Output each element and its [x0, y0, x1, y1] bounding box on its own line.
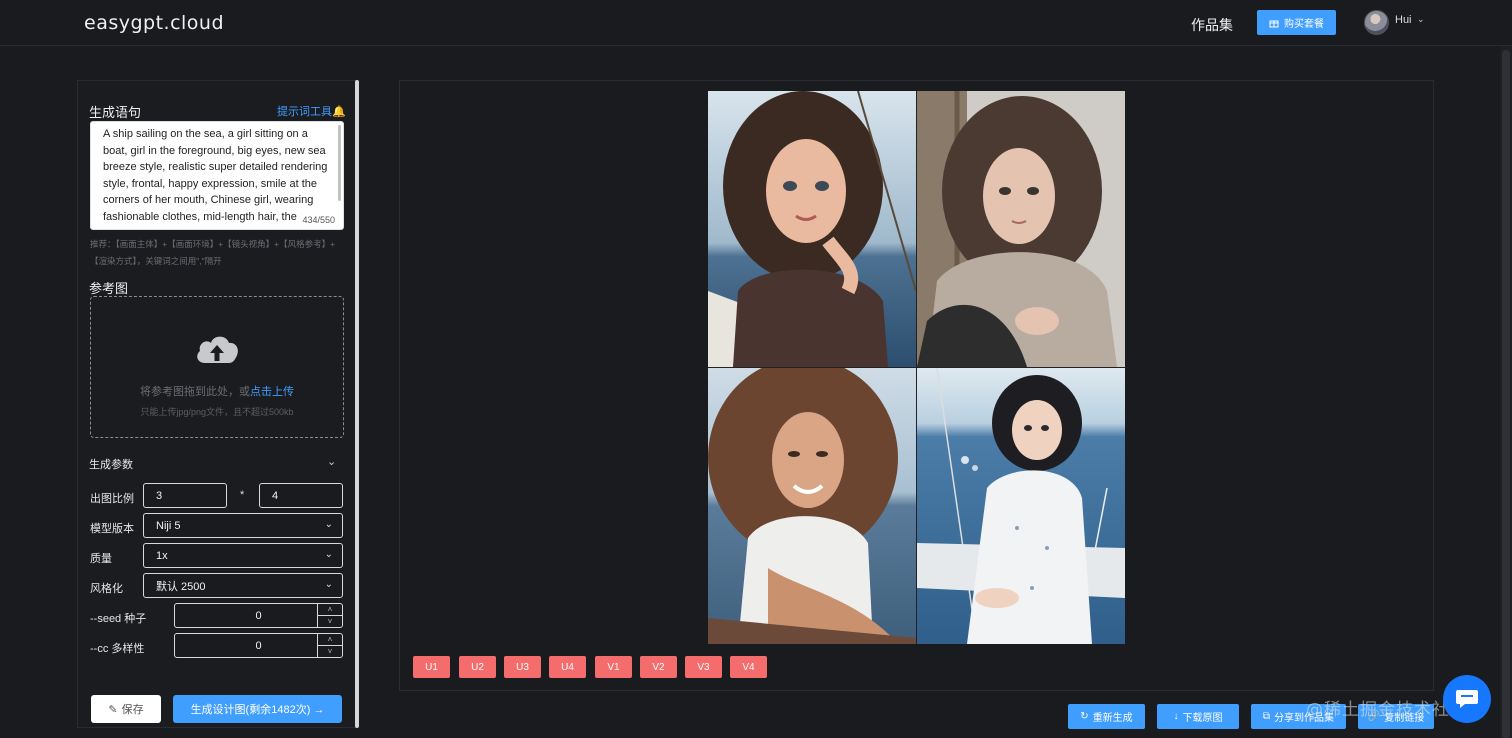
stylize-label: 风格化 [90, 583, 123, 595]
generated-image-4[interactable] [917, 368, 1125, 644]
variation-button-3[interactable]: V3 [685, 656, 722, 678]
buy-plan-button[interactable]: 购买套餐 [1257, 10, 1336, 35]
chevron-down-icon: ⌄ [324, 579, 333, 590]
variation-button-2[interactable]: V2 [640, 656, 677, 678]
generated-image-grid[interactable] [708, 91, 1125, 644]
prompt-text: A ship sailing on the sea, a girl sittin… [103, 128, 328, 229]
chevron-down-icon: ⌄ [324, 549, 333, 560]
generated-image-1[interactable] [708, 91, 916, 367]
prompt-section-title: 生成语句 [89, 105, 142, 120]
model-value: Niji 5 [156, 519, 181, 532]
seed-label: --seed 种子 [90, 613, 147, 625]
page-scrollbar[interactable] [1500, 46, 1512, 738]
buy-plan-label: 购买套餐 [1284, 19, 1324, 30]
download-label: 下载原图 [1182, 713, 1223, 724]
upload-tip: 只能上传jpg/png文件，且不超过500kb [140, 407, 294, 417]
prompt-hint: 推荐：【画面主体】+【画面环境】+【镜头视角】+【风格参考】+【渲染方式】，关键… [90, 239, 336, 266]
refresh-icon: ↻ [1080, 711, 1089, 722]
download-icon: ↓ [1173, 711, 1179, 722]
prompt-scrollbar[interactable] [338, 125, 341, 201]
quality-select[interactable]: 1x ⌄ [143, 543, 343, 568]
edit-icon: ✎ [108, 703, 118, 716]
seed-value: 0 [255, 609, 262, 622]
generate-button[interactable]: 生成设计图(剩余1482次) → [173, 695, 342, 723]
upload-drop-text: 将参考图拖到此处，或 [140, 386, 250, 398]
params-section-title[interactable]: 生成参数 [89, 456, 133, 472]
seed-stepper[interactable]: 0 ˄ ˅ [174, 603, 343, 628]
prompt-char-count: 434/550 [302, 215, 335, 225]
stylize-select[interactable]: 默认 2500 ⌄ [143, 573, 343, 598]
upscale-button-1[interactable]: U1 [413, 656, 450, 678]
ratio-height-input[interactable]: 4 [259, 483, 343, 508]
ratio-separator: * [240, 489, 245, 501]
top-bar: easygpt.cloud 作品集 购买套餐 Hui ⌄ [0, 0, 1512, 46]
chevron-down-icon[interactable]: ⌄ [327, 455, 336, 468]
ratio-width-input[interactable]: 3 [143, 483, 227, 508]
cloud-upload-icon [197, 336, 238, 363]
variation-button-4[interactable]: V4 [730, 656, 767, 678]
ratio-label: 出图比例 [90, 493, 134, 505]
cc-value: 0 [255, 639, 262, 652]
upscale-button-4[interactable]: U4 [549, 656, 586, 678]
prompt-textarea[interactable]: A ship sailing on the sea, a girl sittin… [90, 121, 344, 230]
cc-stepper-controls[interactable]: ˄ ˅ [317, 634, 342, 657]
quality-label: 质量 [90, 553, 112, 565]
stylize-value: 默认 2500 [156, 580, 206, 593]
variation-button-1[interactable]: V1 [595, 656, 632, 678]
chevron-down-icon: ⌄ [324, 519, 333, 530]
left-panel-scrollbar[interactable] [355, 80, 359, 728]
nav-works-link[interactable]: 作品集 [1191, 15, 1233, 35]
gift-icon [1269, 20, 1279, 27]
cc-label: --cc 多样性 [90, 643, 145, 655]
upload-instructions: 将参考图拖到此处，或点击上传 [91, 383, 343, 399]
reference-section-title: 参考图 [89, 281, 129, 296]
save-label: 保存 [121, 704, 144, 716]
bell-icon: 🔔 [332, 106, 346, 118]
upload-click-link[interactable]: 点击上传 [250, 386, 294, 398]
model-select[interactable]: Niji 5 ⌄ [143, 513, 343, 538]
generated-image-3[interactable] [708, 368, 916, 644]
prompt-tool-label: 提示词工具 [277, 106, 332, 118]
regenerate-button[interactable]: ↻ 重新生成 [1068, 704, 1145, 729]
chat-button[interactable] [1443, 675, 1491, 723]
generated-image-2[interactable] [917, 91, 1125, 367]
site-logo[interactable]: easygpt.cloud [84, 12, 224, 34]
download-button[interactable]: ↓ 下载原图 [1157, 704, 1239, 729]
user-avatar[interactable] [1364, 10, 1389, 35]
regenerate-label: 重新生成 [1092, 713, 1133, 724]
quality-value: 1x [156, 549, 168, 562]
prompt-tool-link[interactable]: 提示词工具🔔 [277, 103, 346, 119]
share-icon: ⧉ [1262, 711, 1271, 722]
save-button[interactable]: ✎ 保存 [91, 695, 161, 723]
upscale-button-3[interactable]: U3 [504, 656, 541, 678]
upscale-button-2[interactable]: U2 [459, 656, 496, 678]
user-name[interactable]: Hui [1395, 14, 1412, 26]
model-label: 模型版本 [90, 523, 134, 535]
chevron-down-icon[interactable]: ⌄ [1417, 14, 1425, 25]
seed-stepper-controls[interactable]: ˄ ˅ [317, 604, 342, 627]
reference-upload-dropzone[interactable]: 将参考图拖到此处，或点击上传 只能上传jpg/png文件，且不超过500kb [90, 296, 344, 438]
cc-stepper[interactable]: 0 ˄ ˅ [174, 633, 343, 658]
chat-icon [1456, 690, 1478, 708]
